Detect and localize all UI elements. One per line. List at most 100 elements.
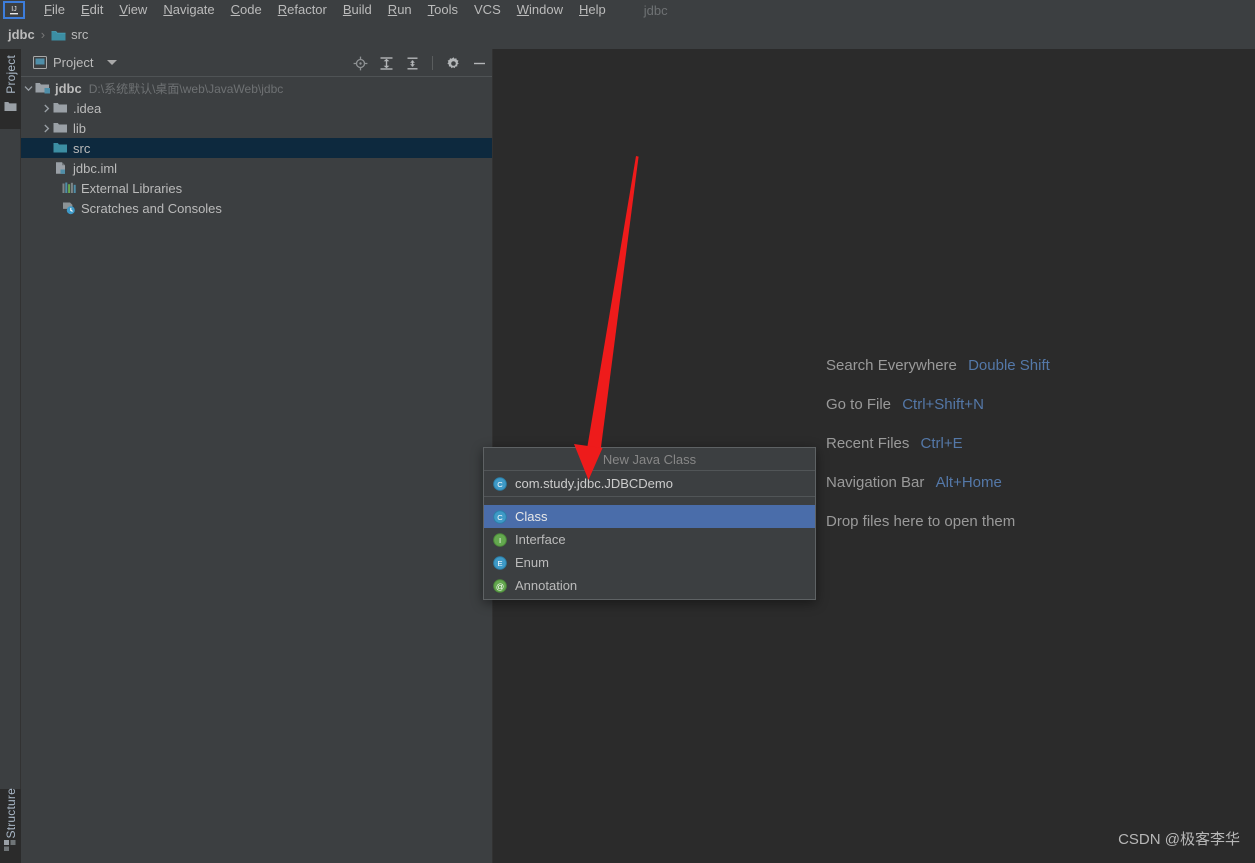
structure-icon xyxy=(4,838,17,856)
collapse-all-icon[interactable] xyxy=(404,55,420,71)
tree-node-label: jdbc xyxy=(55,80,82,96)
new-java-class-popup: New Java Class C com.study.jdbc.JDBCDemo… xyxy=(483,447,816,600)
breadcrumb-leaf[interactable]: src xyxy=(71,27,88,42)
menu-run[interactable]: Run xyxy=(380,1,420,19)
menu-code[interactable]: Code xyxy=(223,1,270,19)
option-interface[interactable]: I Interface xyxy=(484,528,815,551)
project-panel-header: Project xyxy=(21,49,492,77)
menu-navigate[interactable]: Navigate xyxy=(155,1,222,19)
menubar-project-name: jdbc xyxy=(643,2,668,18)
menu-tools[interactable]: Tools xyxy=(420,1,466,19)
class-icon: C xyxy=(493,509,507,524)
breadcrumb-root[interactable]: jdbc xyxy=(8,27,35,42)
tree-node-label: External Libraries xyxy=(81,180,183,196)
project-panel-toolbar xyxy=(352,49,487,77)
svg-text:C: C xyxy=(497,513,503,522)
hint-drop-files: Drop files here to open them xyxy=(826,513,1050,531)
hint-shortcut: Ctrl+Shift+N xyxy=(902,396,984,413)
hint-shortcut: Ctrl+E xyxy=(920,435,963,452)
chevron-right-icon[interactable] xyxy=(39,98,53,118)
option-label: Enum xyxy=(515,555,549,570)
tree-row[interactable]: jdbc.iml xyxy=(21,158,492,178)
project-tree: jdbc D:\系统默认\桌面\web\JavaWeb\jdbc .idea l… xyxy=(21,77,492,218)
tree-row[interactable]: lib xyxy=(21,118,492,138)
locate-icon[interactable] xyxy=(352,55,368,71)
menu-build[interactable]: Build xyxy=(335,1,380,19)
module-folder-icon xyxy=(35,80,51,96)
popup-title: New Java Class xyxy=(484,448,815,471)
chevron-down-icon[interactable] xyxy=(21,78,35,98)
option-label: Class xyxy=(515,509,548,524)
class-name-input-row[interactable]: C com.study.jdbc.JDBCDemo xyxy=(484,471,815,497)
tree-node-label: lib xyxy=(73,120,87,136)
svg-text:I: I xyxy=(499,536,501,545)
hint-go-to-file: Go to File Ctrl+Shift+N xyxy=(826,396,1050,414)
tree-node-label: Scratches and Consoles xyxy=(81,200,222,216)
tree-row[interactable]: jdbc D:\系统默认\桌面\web\JavaWeb\jdbc xyxy=(21,78,492,98)
tree-row[interactable]: .idea xyxy=(21,98,492,118)
hint-action: Recent Files xyxy=(826,435,910,452)
menu-file[interactable]: File xyxy=(36,1,73,19)
tree-node-label: jdbc.iml xyxy=(73,160,118,176)
tree-node-label: src xyxy=(73,140,91,156)
hint-action: Navigation Bar xyxy=(826,474,925,491)
chevron-down-icon[interactable] xyxy=(107,60,118,65)
menu-vcs[interactable]: VCS xyxy=(466,1,509,19)
expand-all-icon[interactable] xyxy=(378,55,394,71)
source-folder-icon xyxy=(53,140,69,156)
tree-node-path: D:\系统默认\桌面\web\JavaWeb\jdbc xyxy=(88,81,284,96)
breadcrumb-separator: › xyxy=(40,27,46,42)
hint-action: Search Everywhere xyxy=(826,357,957,374)
menu-bar: IJ File Edit View Navigate Code Refactor… xyxy=(0,0,1255,20)
navigation-breadcrumb-bar: jdbc › src xyxy=(0,20,1255,49)
svg-text:@: @ xyxy=(496,582,504,591)
enum-icon: E xyxy=(493,555,507,570)
interface-icon: I xyxy=(493,532,507,547)
option-annotation[interactable]: @ Annotation xyxy=(484,574,815,597)
stripe-label-project: Project xyxy=(3,55,18,94)
class-name-input[interactable]: com.study.jdbc.JDBCDemo xyxy=(515,476,673,491)
project-window-icon xyxy=(33,56,47,69)
project-tool-window: Project jdbc D:\系统默认\桌面\web\JavaWeb\jdbc… xyxy=(21,49,493,863)
option-label: Annotation xyxy=(515,578,578,593)
folder-icon xyxy=(51,29,66,41)
folder-icon xyxy=(53,120,69,136)
menu-refactor[interactable]: Refactor xyxy=(270,1,335,19)
tree-row-src[interactable]: src xyxy=(21,138,492,158)
option-enum[interactable]: E Enum xyxy=(484,551,815,574)
menu-items: File Edit View Navigate Code Refactor Bu… xyxy=(36,1,614,19)
option-label: Interface xyxy=(515,532,566,547)
svg-text:E: E xyxy=(497,559,502,568)
tree-row[interactable]: Scratches and Consoles xyxy=(21,198,492,218)
hint-recent-files: Recent Files Ctrl+E xyxy=(826,435,1050,453)
menu-help[interactable]: Help xyxy=(571,1,614,19)
chevron-right-icon[interactable] xyxy=(39,118,53,138)
menu-window[interactable]: Window xyxy=(509,1,571,19)
intellij-idea-window: IJ File Edit View Navigate Code Refactor… xyxy=(0,0,1255,863)
editor-shortcut-hints: Search Everywhere Double Shift Go to Fil… xyxy=(826,357,1050,531)
sidebar-item-structure[interactable]: Structure xyxy=(0,788,21,863)
hint-navigation-bar: Navigation Bar Alt+Home xyxy=(826,474,1050,492)
tree-row[interactable]: External Libraries xyxy=(21,178,492,198)
menu-view[interactable]: View xyxy=(111,1,155,19)
annotation-icon: @ xyxy=(493,578,507,593)
csdn-watermark: CSDN @极客李华 xyxy=(1118,831,1240,848)
intellij-idea-logo-icon[interactable]: IJ xyxy=(3,1,25,19)
svg-text:C: C xyxy=(497,480,503,489)
hint-shortcut: Alt+Home xyxy=(935,474,1002,491)
gear-icon[interactable] xyxy=(445,55,461,71)
class-icon: C xyxy=(493,476,507,491)
scratches-icon xyxy=(61,200,77,216)
sidebar-item-project[interactable]: Project xyxy=(0,49,21,129)
libraries-icon xyxy=(61,180,77,196)
option-class[interactable]: C Class xyxy=(484,505,815,528)
iml-file-icon xyxy=(53,160,69,176)
svg-text:IJ: IJ xyxy=(11,6,16,13)
tree-node-label: .idea xyxy=(73,100,102,116)
menu-edit[interactable]: Edit xyxy=(73,1,111,19)
minimize-icon[interactable] xyxy=(471,55,487,71)
popup-spacer xyxy=(484,497,815,505)
hint-search-everywhere: Search Everywhere Double Shift xyxy=(826,357,1050,375)
